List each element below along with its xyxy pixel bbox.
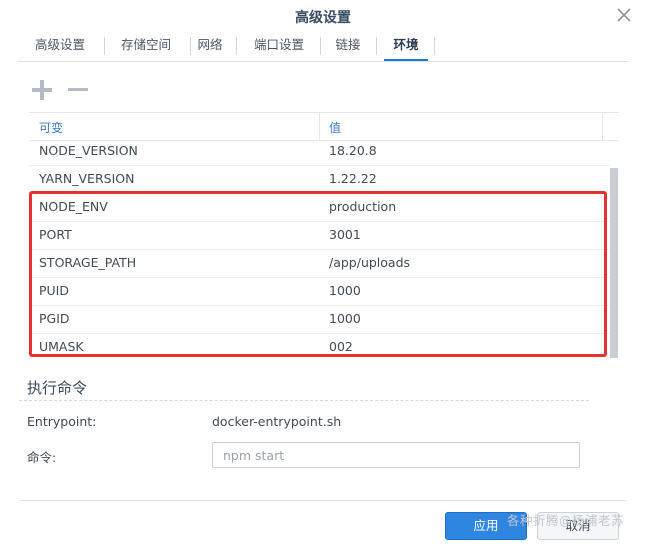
value-cell: 1.22.22 (329, 171, 377, 186)
table-row[interactable]: NODE_ENV production (29, 193, 609, 222)
value-cell: production (329, 199, 397, 214)
variable-cell: NODE_ENV (39, 199, 108, 214)
tab-network[interactable]: 网络 (194, 33, 226, 59)
table-row[interactable]: PUID 1000 (29, 277, 609, 306)
column-divider (319, 113, 320, 140)
dialog-title: 高级设置 (295, 10, 351, 26)
tab-separator (236, 37, 237, 55)
entrypoint-value: docker-entrypoint.sh (212, 414, 342, 429)
active-tab-indicator (384, 59, 428, 61)
table-row[interactable]: NODE_VERSION 18.20.8 (29, 137, 609, 166)
variable-cell: PGID (39, 311, 70, 326)
value-cell: 002 (329, 339, 353, 354)
tab-storage[interactable]: 存储空间 (110, 33, 182, 59)
close-icon[interactable] (614, 5, 634, 25)
column-divider (602, 113, 603, 140)
column-header-value[interactable]: 值 (329, 119, 341, 136)
column-header-variable[interactable]: 可变 (39, 119, 63, 136)
tab-separator (104, 37, 105, 55)
tab-separator (376, 37, 377, 55)
table-row[interactable]: STORAGE_PATH /app/uploads (29, 249, 609, 278)
table-row[interactable]: YARN_VERSION 1.22.22 (29, 165, 609, 194)
value-cell: 1000 (329, 311, 361, 326)
tab-separator (434, 37, 435, 55)
table-row[interactable]: PGID 1000 (29, 305, 609, 334)
watermark-text: 各种折腾@杨浦老苏 (507, 513, 625, 528)
tab-advanced[interactable]: 高级设置 (24, 33, 96, 59)
minus-icon[interactable] (66, 78, 90, 102)
section-divider (19, 400, 589, 401)
variable-cell: PUID (39, 283, 69, 298)
entrypoint-label: Entrypoint: (27, 414, 97, 429)
variable-cell: STORAGE_PATH (39, 255, 137, 270)
variable-cell: UMASK (39, 339, 84, 354)
command-label: 命令: (27, 450, 57, 465)
footer-divider (19, 500, 627, 501)
table-row[interactable]: UMASK 002 (29, 333, 609, 361)
value-cell: 3001 (329, 227, 361, 242)
tab-bar: 高级设置 存储空间 网络 端口设置 链接 环境 (18, 33, 628, 62)
tab-links[interactable]: 链接 (328, 33, 368, 59)
command-input[interactable] (212, 442, 580, 468)
tab-separator (320, 37, 321, 55)
variable-cell: NODE_VERSION (39, 143, 138, 158)
env-variable-table: 可变 值 NODE_VERSION 18.20.8 YARN_VERSION 1… (29, 112, 619, 361)
dialog-titlebar: 高级设置 (0, 0, 646, 32)
section-title: 执行命令 (27, 379, 88, 397)
plus-icon[interactable] (30, 78, 54, 102)
value-cell: 1000 (329, 283, 361, 298)
variable-cell: PORT (39, 227, 72, 242)
value-cell: /app/uploads (329, 255, 411, 270)
variable-cell: YARN_VERSION (39, 171, 135, 186)
tab-environment[interactable]: 环境 (384, 33, 428, 61)
value-cell: 18.20.8 (329, 143, 377, 158)
table-scrollbar[interactable] (610, 168, 618, 358)
tab-environment-label: 环境 (393, 37, 419, 52)
tab-separator (190, 37, 191, 55)
tab-port-settings[interactable]: 端口设置 (244, 33, 314, 59)
table-row[interactable]: PORT 3001 (29, 221, 609, 250)
